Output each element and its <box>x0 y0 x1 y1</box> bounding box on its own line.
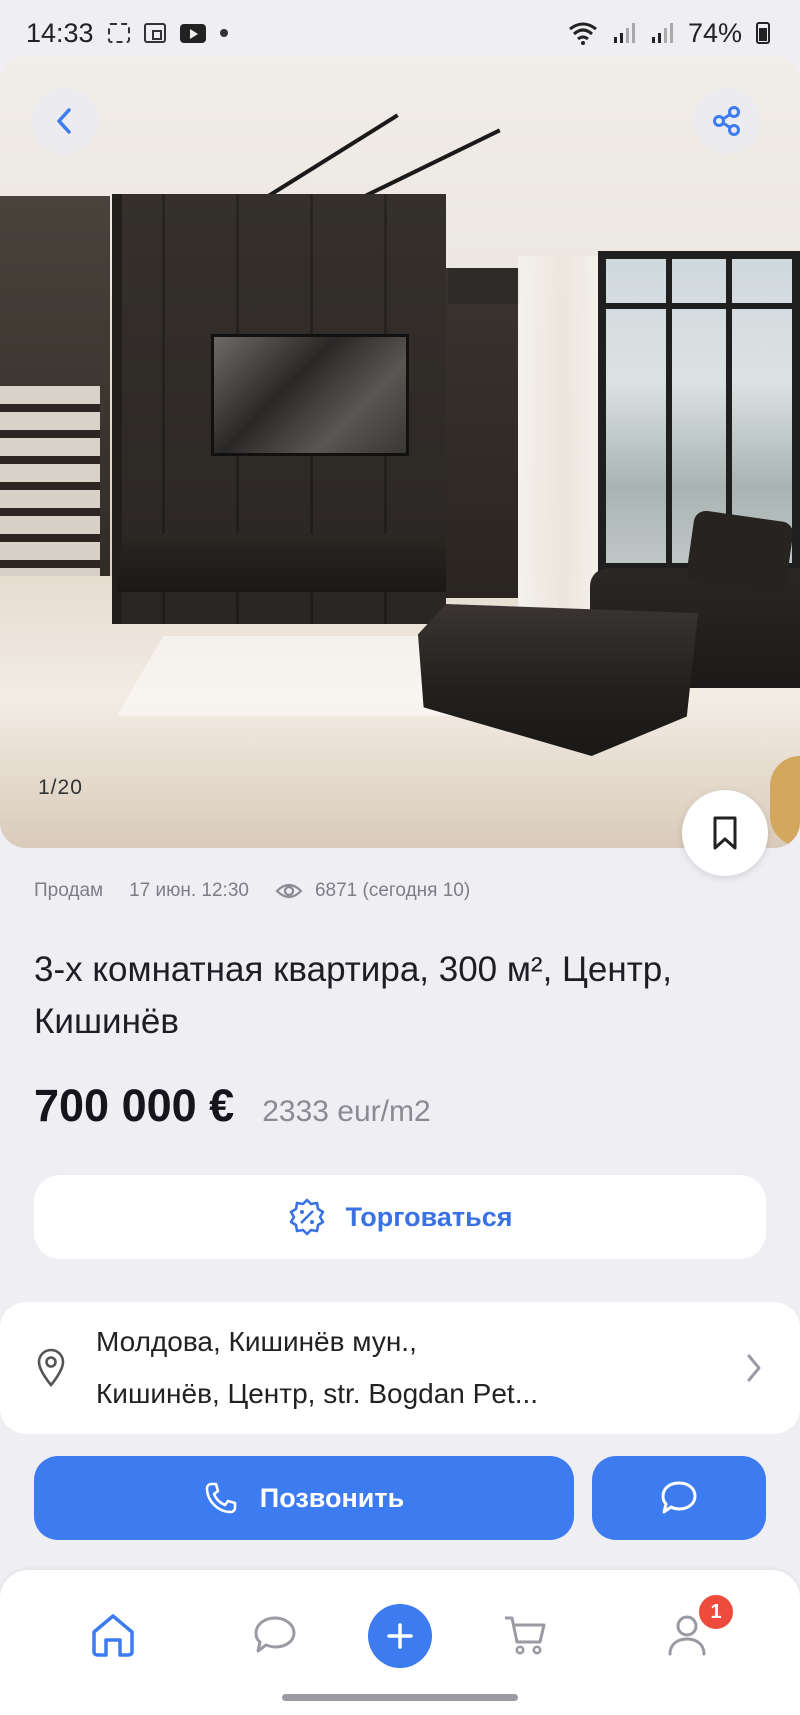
home-indicator <box>282 1694 518 1701</box>
bargain-label: Торговаться <box>345 1201 513 1232</box>
signal-icon-2 <box>651 23 673 43</box>
plus-icon <box>387 1623 413 1649</box>
signal-icon <box>613 23 635 43</box>
call-button[interactable]: Позвонить <box>34 1456 574 1540</box>
battery-percent: 74% <box>687 17 742 48</box>
scan-icon <box>143 23 166 43</box>
photo-pillow <box>685 509 795 595</box>
views-count: 6871 (сегодня 10) <box>314 880 471 901</box>
call-label: Позвонить <box>259 1482 405 1513</box>
listing-photo[interactable] <box>0 56 800 848</box>
back-icon <box>57 108 71 134</box>
notification-dot-icon <box>219 29 228 37</box>
tab-home[interactable] <box>78 1600 148 1670</box>
bargain-button[interactable]: Торговаться <box>34 1175 766 1259</box>
location-pin-icon <box>37 1348 65 1387</box>
listing-meta: Продам 17 июн. 12:30 6871 (сегодня 10) <box>34 880 774 902</box>
listing-date: 17 июн. 12:30 <box>129 880 249 901</box>
bookmark-icon <box>713 816 737 850</box>
profile-notification-badge: 1 <box>696 1592 736 1632</box>
photo-curtain <box>518 256 608 616</box>
discount-icon <box>290 1198 325 1236</box>
screenshot-icon <box>107 23 130 43</box>
listing-views: 6871 (сегодня 10) <box>275 880 470 902</box>
photo-cabinet <box>446 268 518 598</box>
listing-type: Продам <box>34 880 104 901</box>
youtube-icon <box>179 23 206 43</box>
wifi-icon <box>569 22 597 45</box>
chat-icon <box>661 1481 697 1514</box>
bookmark-button[interactable] <box>682 790 768 876</box>
photo-tv <box>211 334 409 456</box>
share-button[interactable] <box>694 88 760 154</box>
chat-icon <box>254 1616 296 1653</box>
photo-stairs <box>0 386 100 596</box>
photo-tv-stand <box>116 534 462 592</box>
address-text: Молдова, Кишинёв мун., Кишинёв, Центр, s… <box>96 1316 686 1420</box>
home-icon <box>92 1614 134 1657</box>
phone-icon <box>205 1482 237 1514</box>
tab-messages[interactable] <box>240 1600 310 1670</box>
battery-icon <box>756 22 770 44</box>
address-line-2: Кишинёв, Центр, str. Bogdan Pet... <box>96 1378 539 1409</box>
price-row: 700 000 € 2333 eur/m2 <box>34 1080 431 1132</box>
tab-cart[interactable] <box>490 1600 560 1670</box>
address-line-1: Молдова, Кишинёв мун., <box>96 1326 417 1357</box>
photo-chair <box>770 756 800 846</box>
chevron-right-icon <box>747 1354 761 1382</box>
action-bar: Позвонить <box>0 1450 800 1560</box>
chat-button[interactable] <box>592 1456 766 1540</box>
price-per-m2: 2333 eur/m2 <box>262 1095 431 1128</box>
share-icon <box>713 106 740 136</box>
photo-ac <box>448 268 520 304</box>
cart-icon <box>505 1616 546 1655</box>
status-time: 14:33 <box>26 17 94 48</box>
photo-counter: 1/20 <box>38 776 83 799</box>
address-row[interactable]: Молдова, Кишинёв мун., Кишинёв, Центр, s… <box>0 1302 800 1434</box>
eye-icon <box>275 883 303 899</box>
tab-add-listing[interactable] <box>368 1604 432 1668</box>
listing-title: 3-х комнатная квартира, 300 м², Центр, К… <box>34 950 672 1041</box>
back-button[interactable] <box>32 88 98 154</box>
listing-price: 700 000 € <box>34 1080 235 1131</box>
